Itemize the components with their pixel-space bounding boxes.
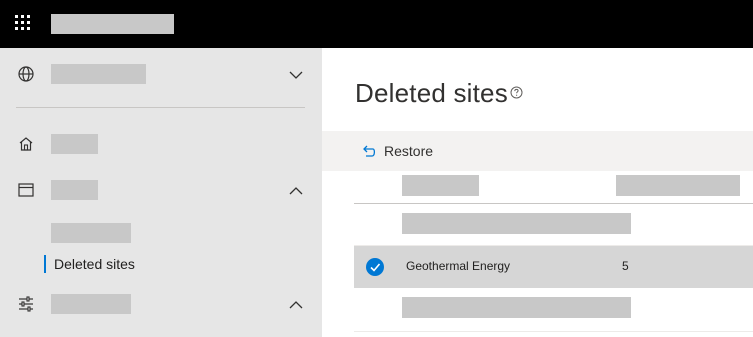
chevron-up-icon[interactable] [288,297,304,313]
home-icon [19,137,33,151]
sidebar-divider [16,107,305,108]
site-name-cell: Geothermal Energy [406,259,511,273]
app-title-redacted[interactable] [51,14,174,34]
column-header-count-redacted[interactable] [616,175,740,196]
table-row-redacted[interactable] [402,297,631,318]
window-icon [18,183,34,197]
globe-icon [18,66,34,82]
page-title: Deleted sites [355,78,508,108]
settings-sliders-icon [19,296,33,312]
sidebar-item-settings[interactable] [0,286,322,322]
waffle-icon[interactable] [14,14,34,34]
undo-icon [363,145,376,157]
top-bar [0,0,753,48]
sidebar-item-deleted-sites[interactable]: Deleted sites [44,255,135,273]
sidebar-item-label-redacted [51,64,146,84]
sidebar-item-globe[interactable] [0,56,322,92]
help-circle-icon[interactable] [510,86,523,99]
sidebar-item-label-redacted [51,134,98,154]
check-circle-icon[interactable] [366,258,384,276]
sidebar-subitem-redacted[interactable] [51,223,131,243]
header-divider [354,203,753,204]
active-indicator [44,255,46,273]
table-row[interactable]: Geothermal Energy 5 [354,246,753,288]
restore-button[interactable]: Restore [360,141,433,161]
table-row-redacted[interactable] [402,213,631,234]
restore-label: Restore [384,143,434,159]
sidebar-item-label: Deleted sites [54,256,135,272]
sidebar-item-home[interactable] [0,126,322,162]
sidebar-item-sites[interactable] [0,172,322,208]
chevron-up-icon[interactable] [288,183,304,199]
sidebar-nav: Deleted sites [0,48,322,337]
command-bar: Restore [322,131,753,171]
site-count-cell: 5 [622,259,629,273]
sidebar-item-label-redacted [51,180,98,200]
sidebar-item-label-redacted [51,294,131,314]
main-content: Deleted sites Restore Geothermal Energy … [322,48,753,337]
row-divider [354,331,753,332]
chevron-down-icon[interactable] [288,67,304,83]
column-header-name-redacted[interactable] [402,175,479,196]
